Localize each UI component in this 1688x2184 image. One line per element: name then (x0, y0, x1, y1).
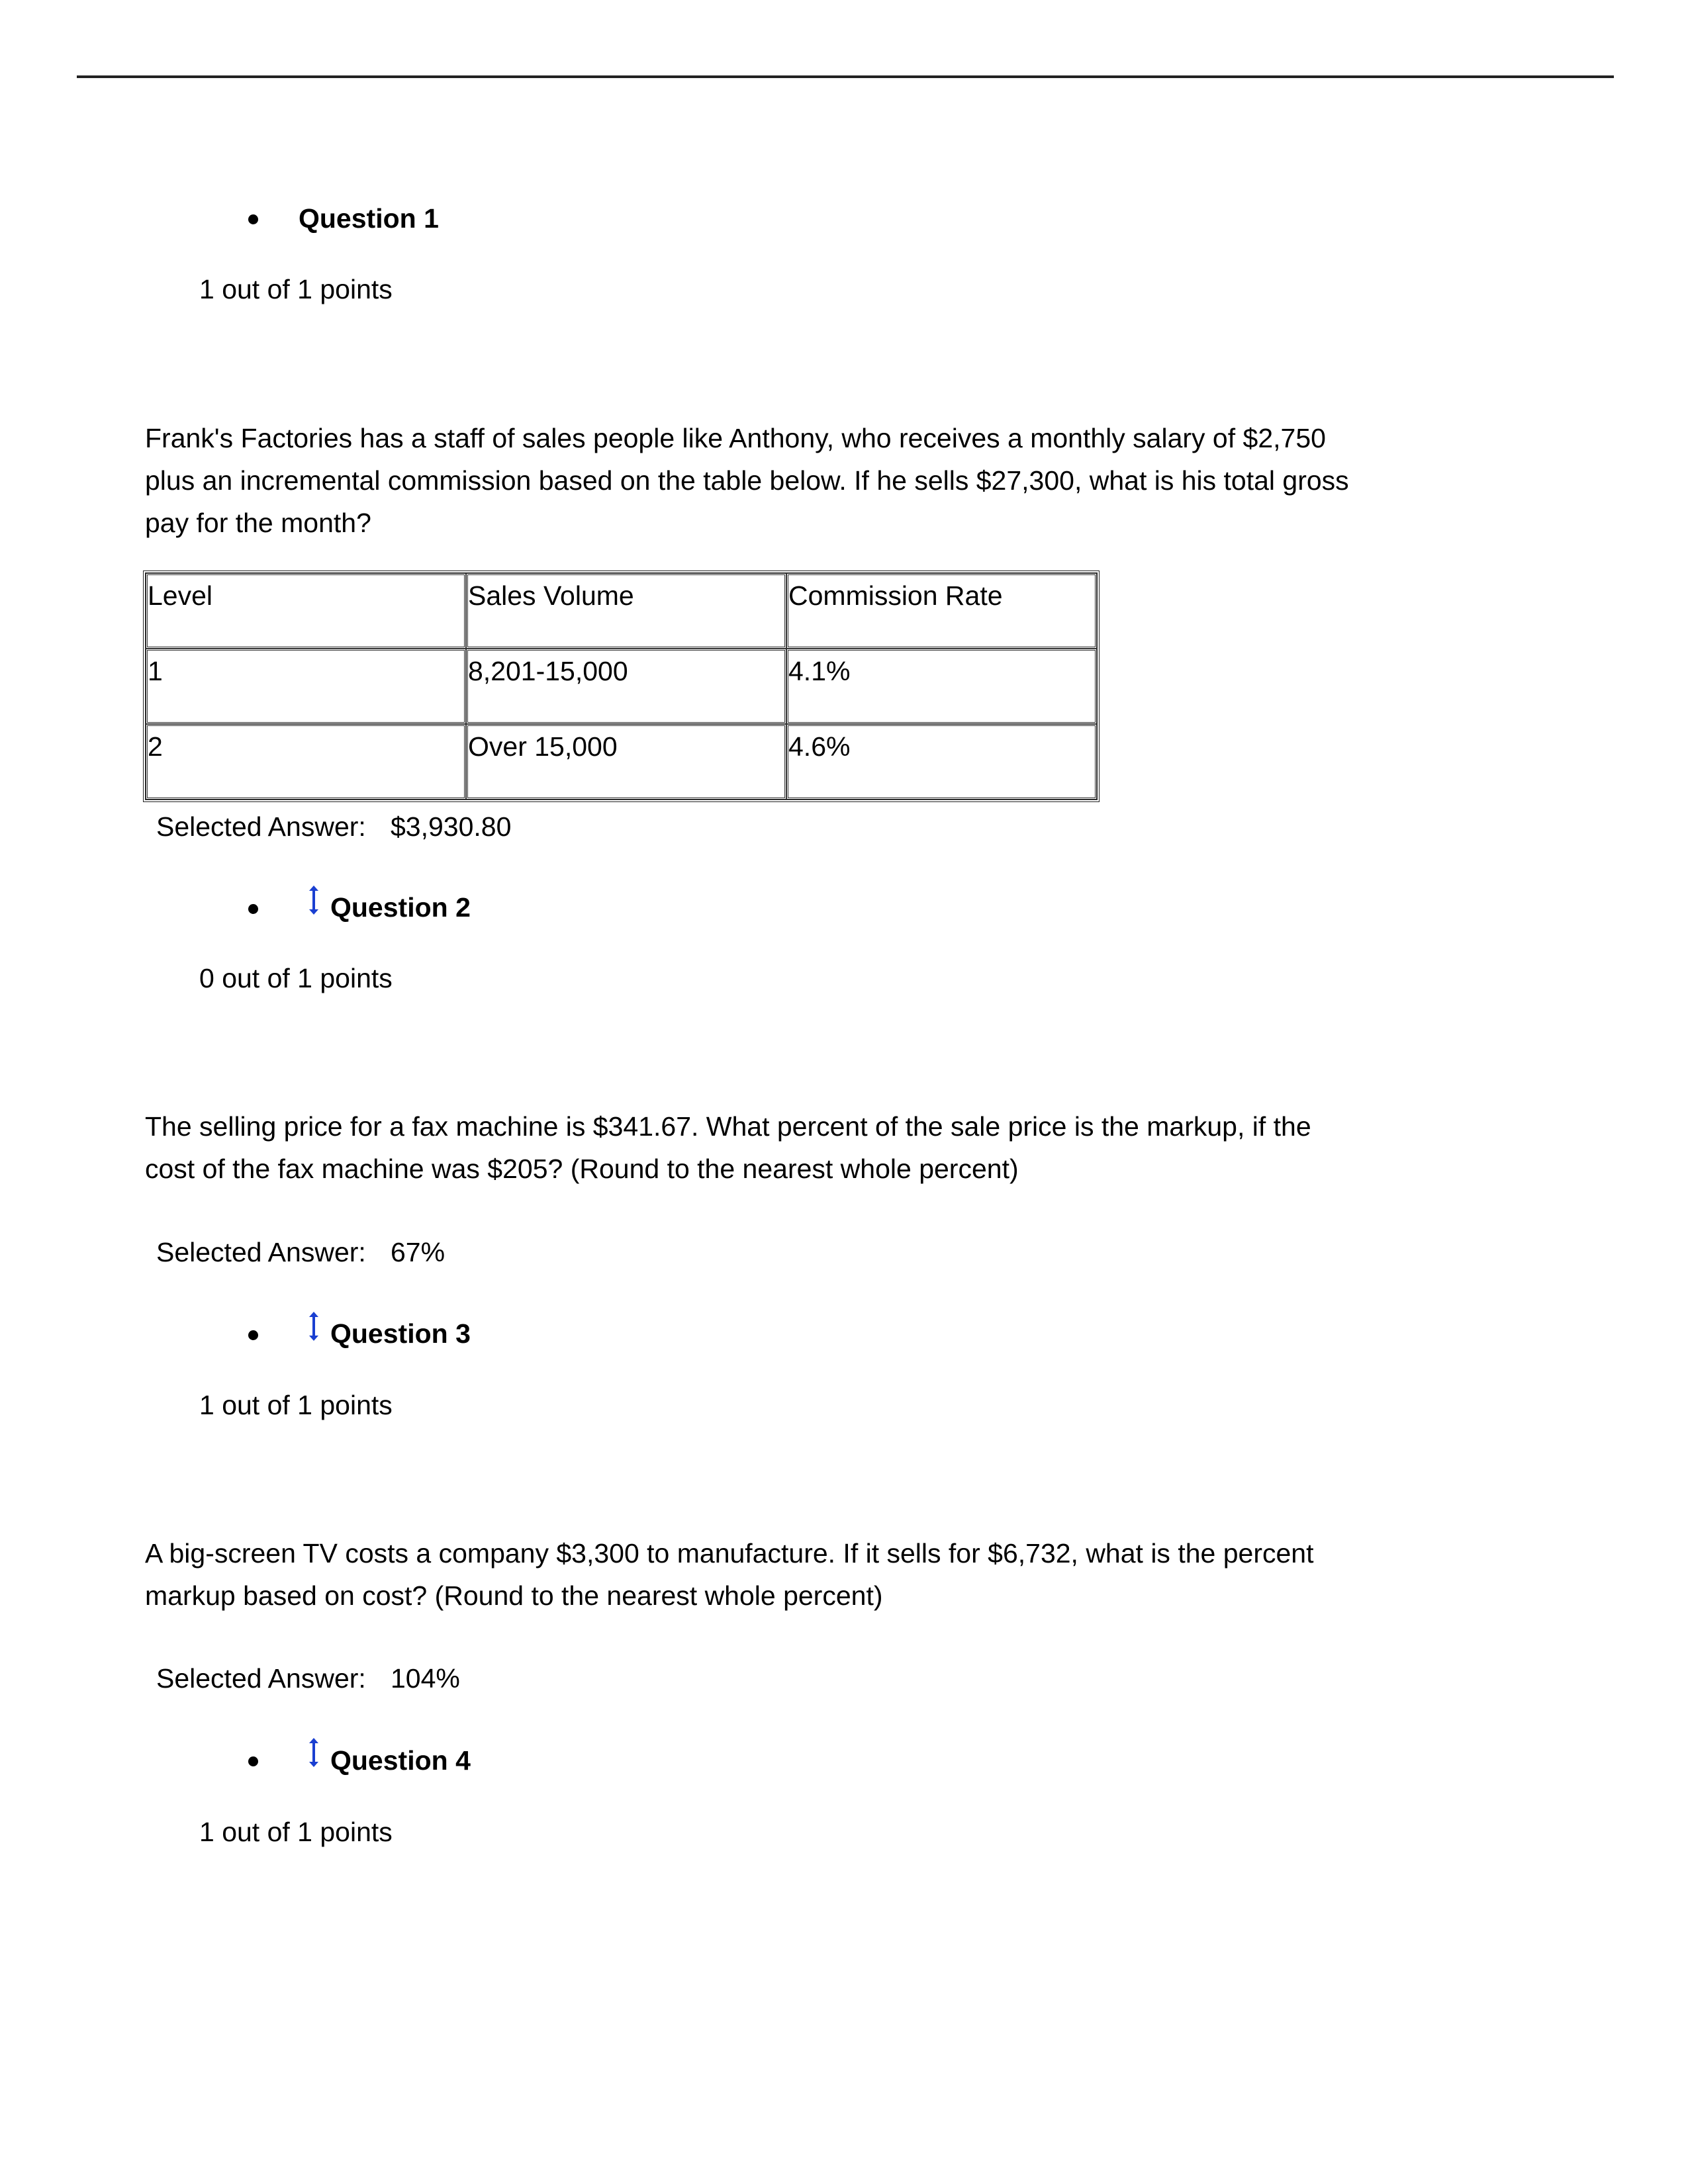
question-2-selected-answer-value: 67% (391, 1237, 445, 1267)
commission-table: Level Sales Volume Commission Rate 1 8,2… (143, 570, 1100, 802)
question-3-heading: Question 3 (330, 1318, 471, 1349)
question-4-bullet (248, 1756, 258, 1766)
question-2-selected-answer-label: Selected Answer: (156, 1237, 366, 1267)
question-3-text-line: markup based on cost? (Round to the near… (145, 1580, 883, 1611)
question-1-score: 1 out of 1 points (199, 274, 393, 304)
table-cell: Over 15,000 (466, 724, 786, 799)
table-cell: 8,201-15,000 (466, 649, 786, 724)
question-1-selected-answer-label: Selected Answer: (156, 811, 366, 842)
drag-handle-icon[interactable] (306, 884, 321, 916)
question-3-selected-answer-value: 104% (391, 1663, 460, 1694)
question-1-text-line: plus an incremental commission based on … (145, 465, 1349, 496)
table-row: 2 Over 15,000 4.6% (146, 724, 1097, 799)
table-header-cell: Level (146, 573, 466, 649)
question-3-text: A big-screen TV costs a company $3,300 t… (145, 1532, 1403, 1617)
question-1-bullet (248, 214, 258, 224)
question-4-heading: Question 4 (330, 1745, 471, 1776)
question-2-bullet (248, 904, 258, 914)
question-4-score: 1 out of 1 points (199, 1817, 393, 1847)
question-3-bullet (248, 1330, 258, 1340)
question-1-text: Frank's Factories has a staff of sales p… (145, 417, 1403, 544)
question-3-score: 1 out of 1 points (199, 1390, 393, 1420)
question-2-text-line: cost of the fax machine was $205? (Round… (145, 1154, 1019, 1184)
table-cell: 4.6% (786, 724, 1097, 799)
table-header-cell: Commission Rate (786, 573, 1097, 649)
table-header-cell: Sales Volume (466, 573, 786, 649)
question-3-text-line: A big-screen TV costs a company $3,300 t… (145, 1538, 1314, 1569)
question-1-text-line: Frank's Factories has a staff of sales p… (145, 423, 1326, 453)
question-1-heading: Question 1 (299, 203, 439, 234)
question-2-text: The selling price for a fax machine is $… (145, 1105, 1403, 1190)
question-3-selected-answer-label: Selected Answer: (156, 1663, 366, 1694)
table-row: 1 8,201-15,000 4.1% (146, 649, 1097, 724)
top-horizontal-rule (77, 75, 1614, 78)
table-cell: 2 (146, 724, 466, 799)
question-2-text-line: The selling price for a fax machine is $… (145, 1111, 1311, 1142)
table-cell: 1 (146, 649, 466, 724)
drag-handle-icon[interactable] (306, 1737, 321, 1768)
question-1-text-line: pay for the month? (145, 508, 371, 538)
table-header-row: Level Sales Volume Commission Rate (146, 573, 1097, 649)
drag-handle-icon[interactable] (306, 1310, 321, 1342)
table-cell: 4.1% (786, 649, 1097, 724)
question-1-selected-answer-value: $3,930.80 (391, 811, 512, 842)
question-2-heading: Question 2 (330, 892, 471, 923)
question-2-score: 0 out of 1 points (199, 963, 393, 993)
